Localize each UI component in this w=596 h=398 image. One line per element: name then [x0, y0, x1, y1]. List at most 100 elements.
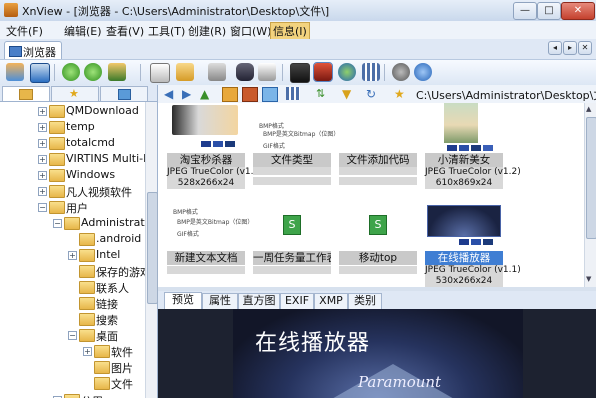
thumbnail-item[interactable]: S 移动top	[339, 195, 417, 279]
tree-item[interactable]: −Administrator	[0, 215, 145, 231]
scrollbar-thumb[interactable]	[147, 192, 158, 304]
thumbnail-caption: 文件添加代码	[339, 153, 417, 167]
filter-icon[interactable]: ▼	[342, 87, 356, 101]
move-icon[interactable]	[176, 63, 194, 81]
tab-categories[interactable]	[100, 86, 148, 101]
tree-item[interactable]: + QMDownload	[0, 103, 145, 119]
tree-item[interactable]: + 软件	[0, 343, 145, 359]
scrollbar-thumb[interactable]	[586, 117, 596, 239]
tree-item[interactable]: 链接	[0, 295, 145, 311]
expand-icon[interactable]: +	[83, 347, 92, 356]
tab-browser[interactable]: 浏览器	[4, 41, 62, 59]
expand-icon[interactable]: +	[38, 155, 47, 164]
tab-xmp[interactable]: XMP	[314, 293, 348, 309]
forward-arrow-icon[interactable]: ▶	[182, 87, 196, 101]
close-button[interactable]: ✕	[561, 2, 595, 20]
path-field[interactable]: C:\Users\Administrator\Desktop\文	[416, 87, 596, 103]
tree-item[interactable]: − 用户	[0, 199, 145, 215]
menu-edit[interactable]: 编辑(E)	[64, 23, 102, 39]
thumbnail-item[interactable]: S 一周任务量工作表	[253, 195, 331, 279]
expand-icon[interactable]: +	[38, 171, 47, 180]
menu-window[interactable]: 窗口(W)	[230, 23, 271, 39]
tree-item[interactable]: − 桌面	[0, 327, 145, 343]
favorite-star-icon[interactable]: ★	[394, 87, 408, 101]
maximize-button[interactable]: □	[537, 2, 561, 20]
tree-item[interactable]: + Intel	[0, 247, 145, 263]
jpeg-badge-icon	[459, 239, 469, 245]
collapse-icon[interactable]: −	[38, 203, 47, 212]
exif-badge-icon	[471, 145, 481, 151]
tab-category[interactable]: 类别	[348, 293, 382, 309]
settings-icon[interactable]	[392, 63, 410, 81]
expand-icon[interactable]: +	[38, 123, 47, 132]
delete-icon[interactable]	[242, 87, 258, 102]
tree-item[interactable]: 联系人	[0, 279, 145, 295]
slideshow-icon[interactable]	[313, 62, 333, 82]
expand-icon[interactable]: +	[38, 139, 47, 148]
thumbnail-scrollbar[interactable]: ▲ ▼	[584, 103, 596, 287]
back-arrow-icon[interactable]: ◀	[164, 87, 178, 101]
info-icon[interactable]	[414, 63, 432, 81]
close-tab-icon[interactable]: ✕	[578, 41, 592, 55]
web-icon[interactable]	[338, 63, 356, 81]
menu-view[interactable]: 查看(V)	[106, 23, 144, 39]
expand-icon[interactable]: +	[68, 251, 77, 260]
up-folder-icon[interactable]: ▲	[200, 87, 214, 101]
prev-tab-arrow-icon[interactable]: ◂	[548, 41, 562, 55]
collapse-icon[interactable]: −	[68, 331, 77, 340]
scroll-down-icon[interactable]: ▼	[586, 275, 591, 283]
thumbnail-item[interactable]: BMP格式 BMP是英文Bitmap（位图）的 GIF格式 新建文本文档	[167, 195, 259, 279]
sync-icon[interactable]: ↻	[366, 87, 380, 101]
open-icon[interactable]	[6, 63, 24, 81]
view-mode-icon[interactable]	[286, 87, 300, 100]
tree-item[interactable]: +公用	[0, 392, 145, 398]
image-preview[interactable]: 在线播放器 Paramount	[158, 309, 596, 398]
tree-item[interactable]: + 凡人视频软件	[0, 183, 145, 199]
tree-item[interactable]: + Windows	[0, 167, 145, 183]
camera-icon[interactable]	[290, 63, 310, 83]
rename-icon[interactable]	[262, 87, 278, 102]
scroll-up-icon[interactable]: ▲	[586, 105, 591, 113]
folder-tree-scrollbar[interactable]	[145, 102, 158, 398]
menu-create[interactable]: 创建(R)	[188, 23, 226, 39]
tab-histogram[interactable]: 直方图	[238, 293, 280, 309]
tree-item[interactable]: .android	[0, 231, 145, 247]
thumbnail-item[interactable]: 文件添加代码	[339, 103, 417, 187]
tree-item[interactable]: 文件	[0, 375, 145, 391]
tree-item[interactable]: + totalcmd	[0, 135, 145, 151]
tree-item[interactable]: +VIRTINS Multi-Ins	[0, 151, 145, 167]
expand-icon[interactable]: +	[38, 187, 47, 196]
thumbnail-item[interactable]: 淘宝秒杀器 JPEG TrueColor (v1.1) 528x266x24	[167, 103, 263, 189]
copy-icon[interactable]	[150, 63, 170, 83]
tab-exif[interactable]: EXIF	[280, 293, 314, 309]
refresh-icon[interactable]	[62, 63, 80, 81]
new-folder-icon[interactable]	[222, 87, 238, 102]
tree-item[interactable]: 图片	[0, 359, 145, 375]
forward-icon[interactable]	[84, 63, 102, 81]
tab-preview[interactable]: 预览	[164, 292, 202, 309]
tree-item[interactable]: 搜索	[0, 311, 145, 327]
thumbnail-item[interactable]: 小清新美女 JPEG TrueColor (v1.2) 610x869x24	[425, 103, 521, 189]
preview-image: 在线播放器 Paramount	[233, 309, 523, 398]
tree-item[interactable]: 保存的游戏	[0, 263, 145, 279]
thumbnail-item-selected[interactable]: 在线播放器 JPEG TrueColor (v1.1) 530x266x24	[425, 195, 521, 287]
tab-favorites[interactable]: ★	[51, 86, 99, 101]
paste-icon[interactable]	[208, 63, 226, 81]
convert-icon[interactable]	[108, 63, 126, 81]
tab-folders[interactable]	[2, 86, 50, 101]
minimize-button[interactable]: —	[513, 2, 537, 20]
tree-item[interactable]: + temp	[0, 119, 145, 135]
next-tab-arrow-icon[interactable]: ▸	[563, 41, 577, 55]
collapse-icon[interactable]: −	[53, 219, 62, 228]
print-icon[interactable]	[258, 63, 276, 81]
tab-properties[interactable]: 属性	[202, 293, 238, 309]
menu-info[interactable]: 信息(I)	[270, 22, 310, 40]
fullscreen-icon[interactable]	[30, 63, 50, 83]
menu-tools[interactable]: 工具(T)	[148, 23, 185, 39]
grid-icon[interactable]	[362, 63, 380, 81]
sort-icon[interactable]: ⇅	[316, 87, 330, 100]
thumbnail-item[interactable]: BMP格式 BMP是英文Bitmap（位图）的 GIF格式 文件类型	[253, 103, 345, 187]
expand-icon[interactable]: +	[38, 107, 47, 116]
menu-file[interactable]: 文件(F)	[6, 23, 43, 39]
binoculars-icon[interactable]	[236, 63, 254, 81]
